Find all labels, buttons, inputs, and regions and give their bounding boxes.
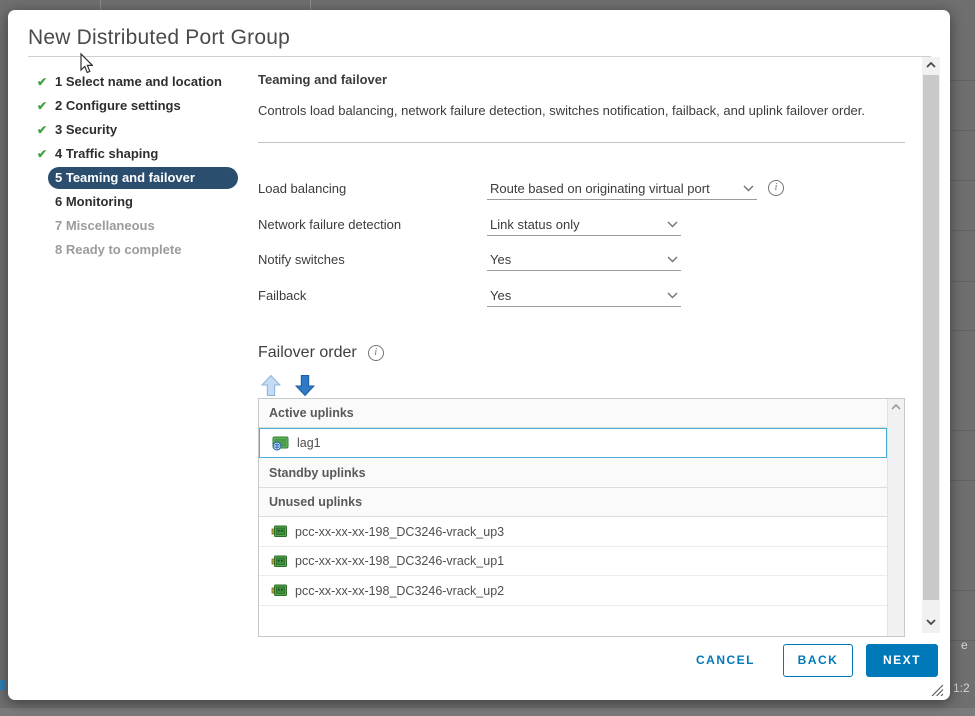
step-label: 6 Monitoring: [55, 190, 133, 214]
section-description: Controls load balancing, network failure…: [258, 98, 913, 123]
check-icon: ✔: [37, 70, 47, 94]
field-label: Failback: [258, 285, 306, 307]
page-title: New Distributed Port Group: [28, 26, 290, 50]
background-table-line: [949, 430, 975, 431]
select-value: Yes: [490, 250, 511, 270]
select-value: Route based on originating virtual port: [490, 179, 710, 199]
move-down-button arrow-down-icon[interactable]: [294, 374, 316, 397]
field-label: Load balancing: [258, 178, 346, 200]
uplink-name: pcc-xx-xx-xx-198_DC3246-vrack_up3: [295, 525, 504, 539]
step-label: 5 Teaming and failover: [48, 167, 238, 189]
select-value: Link status only: [490, 215, 580, 235]
move-buttons: [258, 374, 338, 398]
wizard-step-8: 8 Ready to complete: [36, 238, 248, 262]
chevron-down-icon: [667, 256, 678, 263]
check-icon: ✔: [37, 94, 47, 118]
info-icon[interactable]: i: [368, 345, 384, 361]
next-button[interactable]: NEXT: [866, 644, 938, 677]
uplink-row-lag1[interactable]: lag1: [259, 428, 887, 458]
check-icon: ✔: [37, 142, 47, 166]
field-row-network-failure-detection: Network failure detection Link status on…: [258, 214, 818, 236]
failover-order-title: Failover order: [258, 344, 357, 362]
uplink-name: pcc-xx-xx-xx-198_DC3246-vrack_up1: [295, 554, 504, 568]
wizard-step-6[interactable]: 6 Monitoring: [36, 190, 248, 214]
wizard-step-3[interactable]: ✔ 3 Security: [36, 118, 248, 142]
uplink-row[interactable]: pcc-xx-xx-xx-198_DC3246-vrack_up2: [259, 576, 887, 606]
field-label: Network failure detection: [258, 214, 401, 236]
uplink-row[interactable]: pcc-xx-xx-xx-198_DC3246-vrack_up3: [259, 517, 887, 547]
chevron-down-icon: [667, 221, 678, 228]
nic-icon: [271, 584, 287, 597]
uplink-name: pcc-xx-xx-xx-198_DC3246-vrack_up2: [295, 584, 504, 598]
notify-switches-select[interactable]: Yes: [487, 249, 681, 271]
lag-icon: [272, 436, 289, 451]
failover-order-heading: Failover order i: [258, 344, 384, 362]
new-distributed-port-group-dialog: New Distributed Port Group ✔ 1 Select na…: [8, 10, 950, 700]
wizard-step-7: 7 Miscellaneous: [36, 214, 248, 238]
background-table-line: [949, 480, 975, 481]
section-divider: [258, 142, 905, 143]
mouse-cursor-icon: [78, 52, 93, 75]
move-up-button arrow-up-icon[interactable]: [260, 374, 282, 397]
wizard-step-5[interactable]: 5 Teaming and failover: [36, 166, 248, 190]
background-divider: [100, 0, 101, 10]
wizard-step-1[interactable]: ✔ 1 Select name and location: [36, 70, 248, 94]
scrollbar-thumb[interactable]: [923, 75, 939, 600]
uplink-name: lag1: [297, 436, 321, 450]
step-label: 8 Ready to complete: [55, 238, 181, 262]
background-table-line: [949, 80, 975, 81]
section-heading: Teaming and failover: [258, 72, 387, 87]
background-table-line: [949, 230, 975, 231]
scroll-up-icon: [891, 404, 901, 410]
nic-icon: [271, 525, 287, 538]
back-button[interactable]: BACK: [783, 644, 853, 677]
field-label: Notify switches: [258, 249, 345, 271]
group-header-active-uplinks: Active uplinks: [259, 399, 887, 428]
step-label: 3 Security: [55, 118, 117, 142]
resize-handle-icon[interactable]: [930, 684, 944, 696]
scroll-down-icon: [926, 619, 936, 625]
background-table-line: [949, 130, 975, 131]
background-table-line: [949, 330, 975, 331]
group-header-standby-uplinks: Standby uplinks: [259, 458, 887, 488]
background-text-fragment: 1:2: [953, 681, 970, 695]
nic-icon: [271, 555, 287, 568]
step-label: 4 Traffic shaping: [55, 142, 158, 166]
wizard-step-4[interactable]: ✔ 4 Traffic shaping: [36, 142, 248, 166]
network-failure-detection-select[interactable]: Link status only: [487, 214, 681, 236]
check-icon: ✔: [37, 118, 47, 142]
background-text-fragment: e: [961, 638, 968, 652]
title-divider: [28, 56, 931, 57]
dialog-scrollbar[interactable]: [922, 57, 940, 633]
scroll-up-icon: [926, 62, 936, 68]
background-divider: [310, 0, 311, 10]
step-label: 2 Configure settings: [55, 94, 181, 118]
background-table-line: [949, 590, 975, 591]
dialog-footer: CANCEL BACK NEXT: [8, 643, 938, 677]
step-label: 7 Miscellaneous: [55, 214, 155, 238]
table-scrollbar[interactable]: [887, 399, 904, 636]
select-value: Yes: [490, 286, 511, 306]
uplinks-table: Active uplinks lag1 Standby uplinks Unus…: [258, 398, 905, 637]
wizard-step-2[interactable]: ✔ 2 Configure settings: [36, 94, 248, 118]
uplink-row[interactable]: pcc-xx-xx-xx-198_DC3246-vrack_up1: [259, 547, 887, 576]
failback-select[interactable]: Yes: [487, 285, 681, 307]
load-balancing-select[interactable]: Route based on originating virtual port: [487, 178, 757, 200]
background-text-fragment: [0, 680, 5, 690]
chevron-down-icon: [743, 185, 754, 192]
field-row-load-balancing: Load balancing Route based on originatin…: [258, 178, 818, 200]
field-row-notify-switches: Notify switches Yes: [258, 249, 818, 271]
field-row-failback: Failback Yes: [258, 285, 818, 307]
background-table-line: [949, 281, 975, 282]
background-table-line: [949, 180, 975, 181]
cancel-button[interactable]: CANCEL: [696, 653, 755, 667]
info-icon[interactable]: i: [768, 180, 784, 196]
chevron-down-icon: [667, 292, 678, 299]
group-header-unused-uplinks: Unused uplinks: [259, 488, 887, 517]
background-taskbar: [0, 708, 975, 716]
